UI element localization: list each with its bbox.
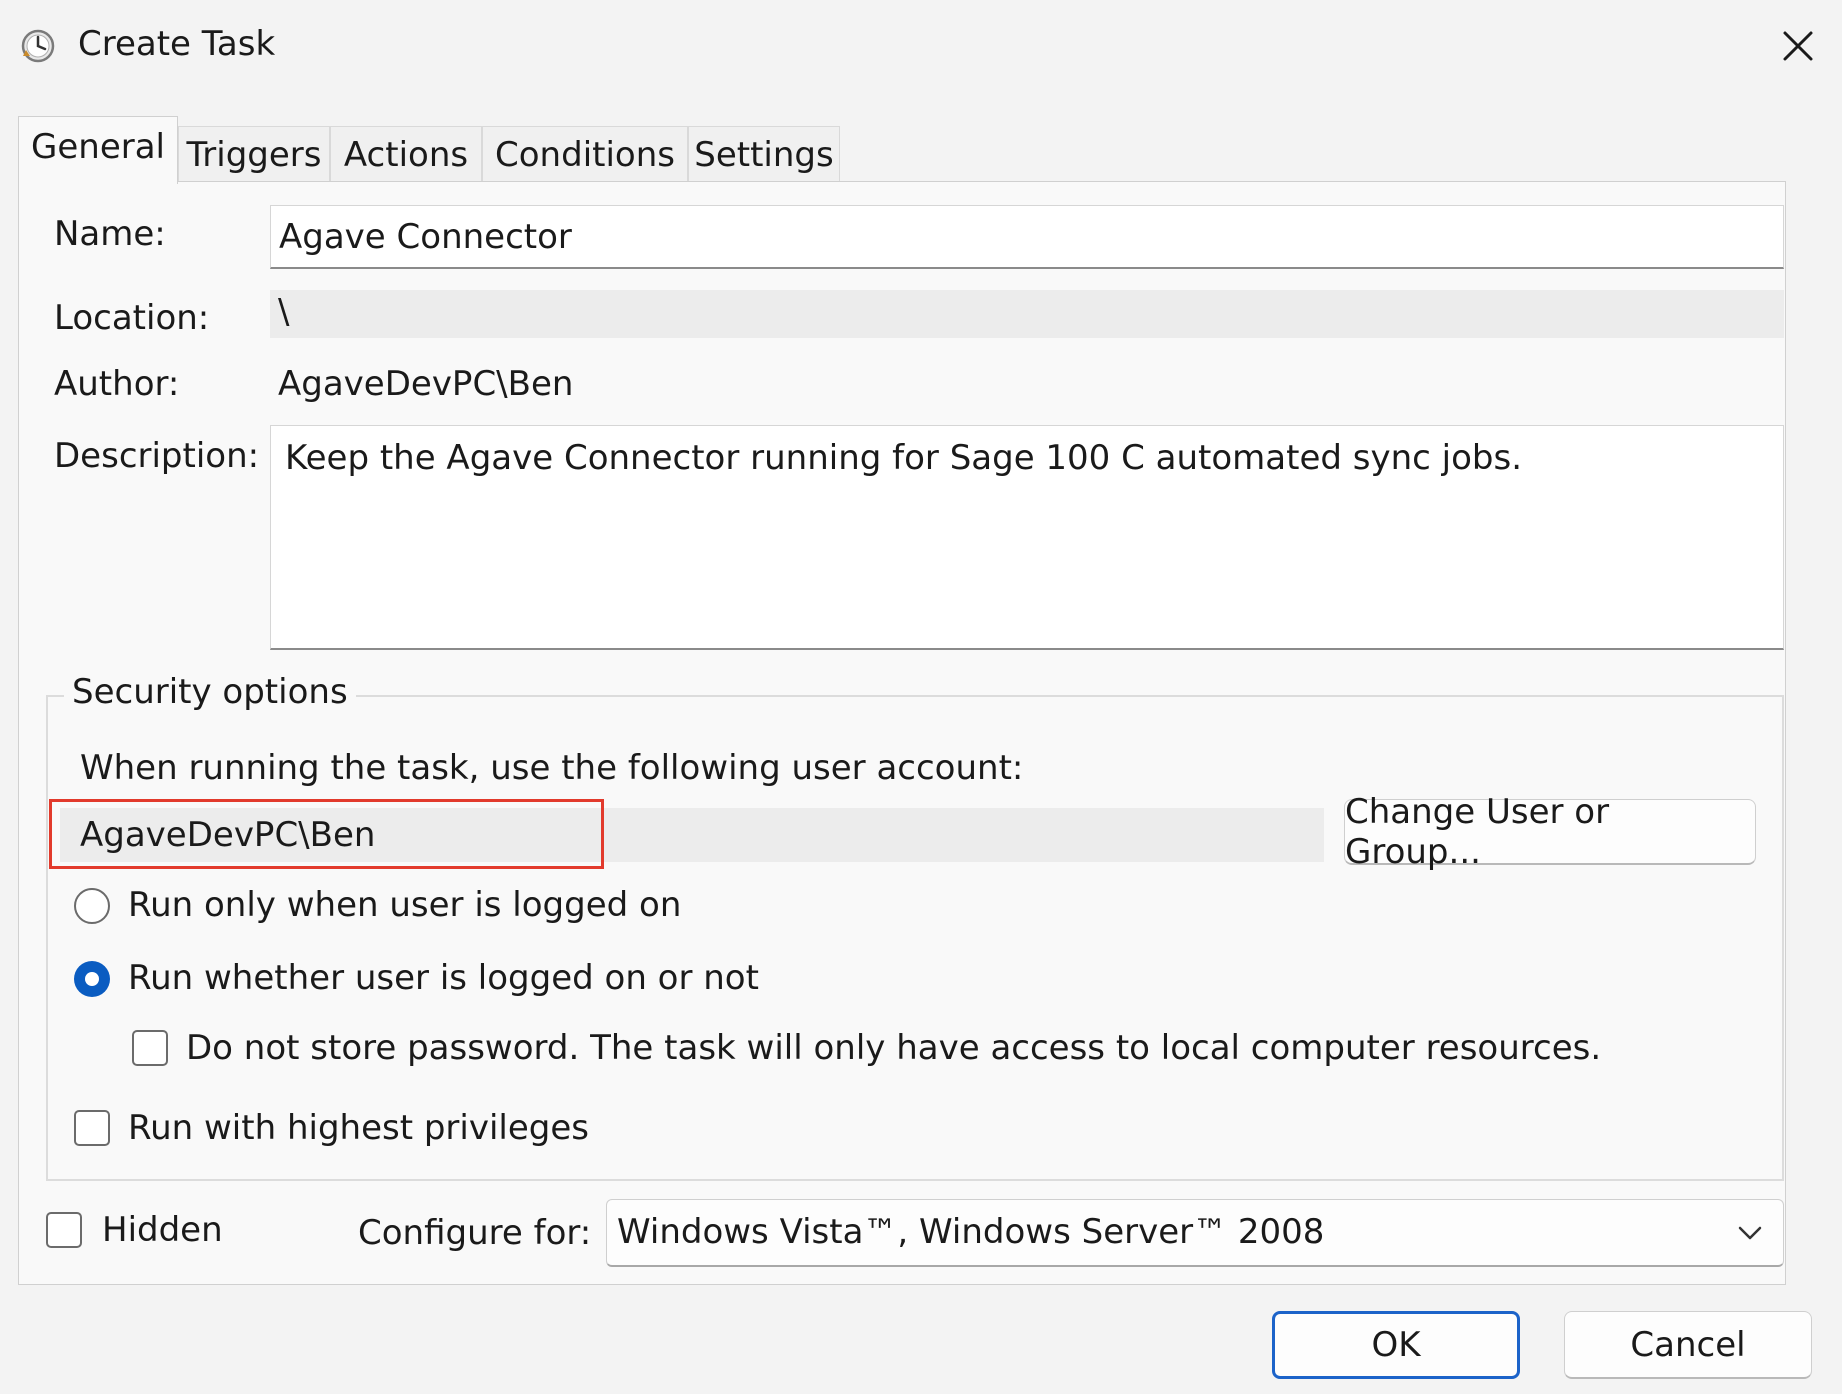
run-only-logged-on-radio[interactable] bbox=[74, 888, 110, 924]
tab-actions[interactable]: Actions bbox=[330, 126, 482, 182]
create-task-dialog: Create Task General Triggers Actions Con… bbox=[0, 0, 1842, 1394]
ok-button[interactable]: OK bbox=[1272, 1311, 1520, 1379]
close-button[interactable] bbox=[1770, 18, 1826, 74]
name-label: Name: bbox=[54, 214, 166, 254]
author-label: Author: bbox=[54, 364, 180, 404]
security-options-legend: Security options bbox=[64, 670, 356, 714]
tab-triggers[interactable]: Triggers bbox=[178, 126, 330, 182]
do-not-store-password-label[interactable]: Do not store password. The task will onl… bbox=[186, 1026, 1601, 1070]
configure-for-label: Configure for: bbox=[358, 1213, 592, 1253]
account-prompt: When running the task, use the following… bbox=[80, 748, 1024, 788]
run-whether-logged-on-label[interactable]: Run whether user is logged on or not bbox=[128, 956, 759, 1000]
run-only-logged-on-label[interactable]: Run only when user is logged on bbox=[128, 883, 681, 927]
cancel-button[interactable]: Cancel bbox=[1564, 1311, 1812, 1379]
close-icon bbox=[1783, 31, 1813, 61]
title-bar: Create Task bbox=[0, 0, 1842, 88]
author-value: AgaveDevPC\Ben bbox=[278, 364, 574, 404]
tab-settings[interactable]: Settings bbox=[688, 126, 840, 182]
run-whether-logged-on-radio[interactable] bbox=[74, 961, 110, 997]
user-account-field: AgaveDevPC\Ben bbox=[60, 808, 1324, 862]
configure-for-value: Windows Vista™, Windows Server™ 2008 bbox=[617, 1212, 1325, 1252]
do-not-store-password-checkbox[interactable] bbox=[132, 1030, 168, 1066]
run-highest-privileges-label[interactable]: Run with highest privileges bbox=[128, 1106, 589, 1150]
hidden-label[interactable]: Hidden bbox=[102, 1208, 223, 1252]
location-label: Location: bbox=[54, 298, 210, 338]
name-input[interactable] bbox=[270, 205, 1784, 269]
tab-general[interactable]: General bbox=[18, 116, 178, 184]
run-highest-privileges-checkbox[interactable] bbox=[74, 1110, 110, 1146]
location-value: \ bbox=[270, 290, 1784, 338]
hidden-checkbox[interactable] bbox=[46, 1212, 82, 1248]
clock-icon bbox=[21, 29, 55, 63]
window-title: Create Task bbox=[78, 24, 276, 64]
chevron-down-icon bbox=[1738, 1226, 1762, 1240]
tab-conditions[interactable]: Conditions bbox=[482, 126, 688, 182]
change-user-or-group-button[interactable]: Change User or Group... bbox=[1344, 792, 1756, 872]
configure-for-select[interactable]: Windows Vista™, Windows Server™ 2008 bbox=[606, 1199, 1784, 1267]
description-label: Description: bbox=[54, 436, 260, 476]
description-textarea[interactable]: Keep the Agave Connector running for Sag… bbox=[270, 425, 1784, 650]
